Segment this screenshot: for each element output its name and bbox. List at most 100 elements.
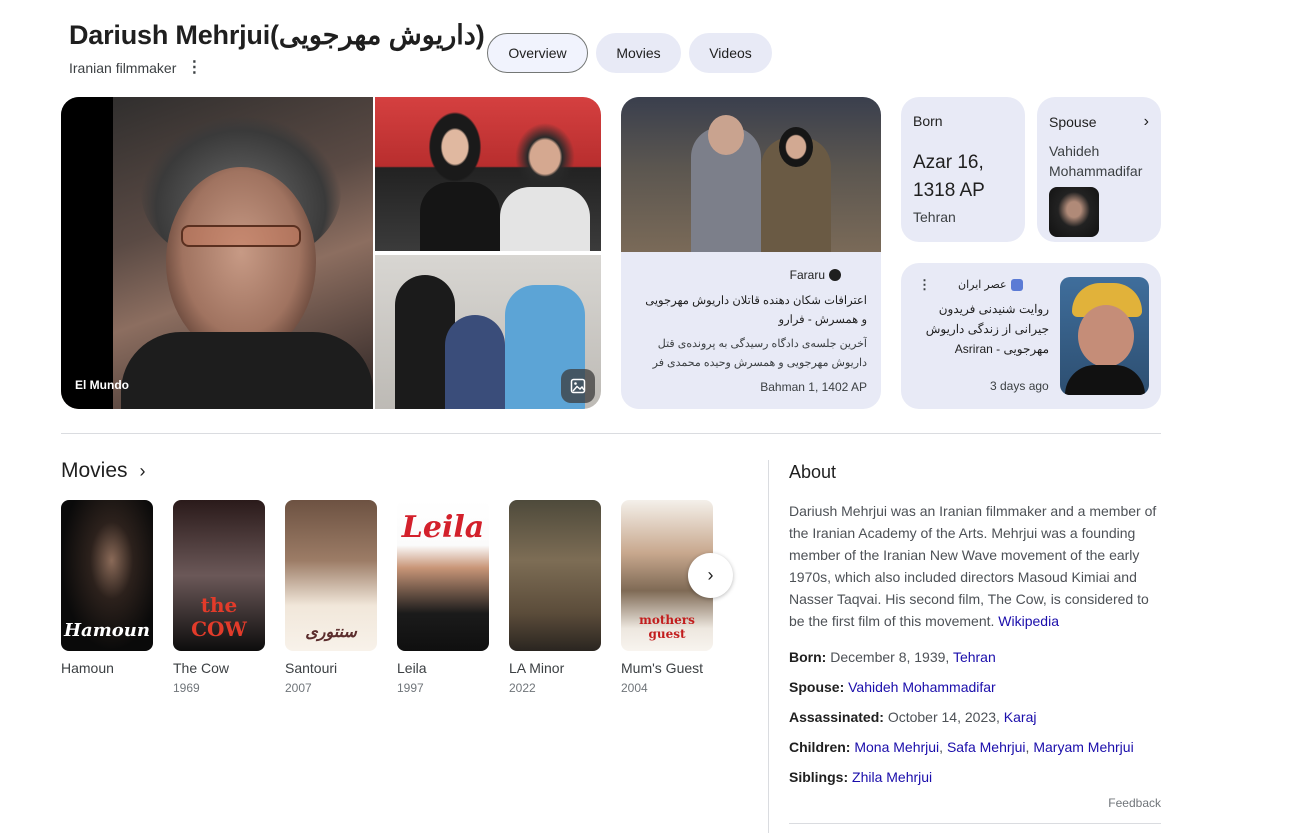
- photo-face: [166, 167, 316, 357]
- tab-videos[interactable]: Videos: [689, 33, 772, 73]
- photo-person: [425, 107, 485, 187]
- source-logo-icon: [1010, 278, 1023, 291]
- movie-card[interactable]: the COW The Cow 1969: [173, 500, 265, 695]
- movie-poster: Leila: [397, 500, 489, 651]
- movie-card[interactable]: Hamoun Hamoun: [61, 500, 153, 681]
- poster-title: the COW: [191, 593, 247, 641]
- fact-value: October 14, 2023,: [887, 709, 1000, 725]
- fact-children: Children: Mona Mehrjui, Safa Mehrjui, Ma…: [789, 739, 1134, 755]
- news-source: Fararu: [790, 268, 841, 282]
- photo-face: [779, 127, 813, 167]
- column-divider: [768, 460, 769, 833]
- photo-source-caption: El Mundo: [75, 378, 129, 392]
- fact-label: Assassinated:: [789, 709, 884, 725]
- born-date: Azar 16, 1318 AP: [913, 152, 985, 201]
- child-link[interactable]: Safa Mehrjui: [947, 739, 1026, 755]
- poster-title: mothers guest: [639, 613, 695, 641]
- photo-face: [1078, 305, 1134, 367]
- section-divider: [61, 433, 1161, 434]
- movie-card[interactable]: LA Minor 2022: [509, 500, 601, 695]
- movie-card[interactable]: سنتوری Santouri 2007: [285, 500, 377, 695]
- spouse-card[interactable]: Spouse › Vahideh Mohammadifar: [1037, 97, 1161, 242]
- fact-siblings: Siblings: Zhila Mehrjui: [789, 769, 932, 785]
- spouse-label: Spouse: [1049, 114, 1097, 130]
- fact-born: Born: December 8, 1939, Tehran: [789, 649, 996, 665]
- photo-top-right[interactable]: [375, 97, 601, 251]
- photo-person-body: [1065, 365, 1145, 395]
- movie-poster: سنتوری: [285, 500, 377, 651]
- movie-poster: the COW: [173, 500, 265, 651]
- fact-label: Born:: [789, 649, 827, 665]
- news-image: [621, 97, 881, 252]
- movie-poster: [509, 500, 601, 651]
- movie-year: 2004: [621, 681, 648, 695]
- movie-poster: Hamoun: [61, 500, 153, 651]
- movie-title: Mum's Guest: [621, 660, 704, 676]
- poster-title: Leila: [401, 510, 485, 545]
- spouse-avatar: [1049, 187, 1099, 237]
- child-link[interactable]: Mona Mehrjui: [854, 739, 939, 755]
- about-heading: About: [789, 462, 837, 482]
- movie-card[interactable]: Leila Leila 1997: [397, 500, 489, 695]
- photo-bottom-right[interactable]: [375, 255, 601, 409]
- carousel-next-button[interactable]: ›: [688, 553, 733, 598]
- news-card[interactable]: Fararu اعترافات شکان دهنده قاتلان داریوش…: [621, 97, 881, 409]
- news-image: [1060, 277, 1149, 395]
- section-divider: [789, 823, 1161, 824]
- assassination-place-link[interactable]: Karaj: [1004, 709, 1037, 725]
- photo-border: [61, 97, 113, 409]
- more-options-icon[interactable]: ⋮: [186, 60, 202, 76]
- news-card[interactable]: ⋮ عصر ایران روایت شنیدنی فریدون جیرانی ا…: [901, 263, 1161, 409]
- news-source-name: Fararu: [789, 268, 825, 282]
- tab-overview[interactable]: Overview: [487, 33, 588, 73]
- about-description: Dariush Mehrjui was an Iranian filmmaker…: [789, 500, 1161, 632]
- feedback-link[interactable]: Feedback: [1108, 796, 1161, 810]
- wikipedia-link[interactable]: Wikipedia: [998, 613, 1059, 629]
- movie-title: Hamoun: [61, 660, 114, 676]
- poster-title: Hamoun: [64, 620, 150, 641]
- spouse-name: Vahideh Mohammadifar: [1049, 143, 1143, 179]
- news-headline: اعترافات شکان دهنده قاتلان داریوش مهرجوی…: [645, 295, 867, 326]
- separator: ,: [1025, 739, 1030, 755]
- spouse-link[interactable]: Vahideh Mohammadifar: [848, 679, 996, 695]
- movie-year: 2007: [285, 681, 312, 695]
- born-card: Born Azar 16, 1318 AP Tehran: [901, 97, 1025, 242]
- photo-person: [510, 117, 580, 197]
- news-source-name: عصر ایران: [958, 279, 1007, 291]
- fact-spouse: Spouse: Vahideh Mohammadifar: [789, 679, 996, 695]
- news-date: 3 days ago: [990, 379, 1049, 393]
- fact-label: Spouse:: [789, 679, 845, 695]
- movie-year: 2022: [509, 681, 536, 695]
- image-collage: El Mundo: [61, 97, 601, 409]
- main-photo[interactable]: El Mundo: [61, 97, 373, 409]
- image-gallery-icon[interactable]: [561, 369, 595, 403]
- about-body: Dariush Mehrjui was an Iranian filmmaker…: [789, 503, 1157, 629]
- photo-face: [708, 115, 744, 155]
- born-place-link[interactable]: Tehran: [953, 649, 996, 665]
- sibling-link[interactable]: Zhila Mehrjui: [852, 769, 932, 785]
- movie-year: 1969: [173, 681, 200, 695]
- movies-heading[interactable]: Movies ›: [61, 459, 146, 483]
- photo-glasses: [181, 225, 301, 247]
- fact-label: Siblings:: [789, 769, 849, 785]
- born-label: Born: [913, 113, 943, 129]
- photo-person-body: [420, 182, 500, 251]
- movie-title: Leila: [397, 660, 427, 676]
- movie-title: The Cow: [173, 660, 230, 676]
- photo-coat: [121, 332, 373, 409]
- born-place: Tehran: [913, 209, 956, 225]
- chevron-right-icon: ›: [139, 460, 146, 481]
- movie-card[interactable]: mothers guest Mum's Guest 2004: [621, 500, 713, 695]
- movies-heading-label: Movies: [61, 459, 128, 482]
- chevron-right-icon: ›: [1143, 113, 1149, 130]
- separator: ,: [939, 739, 944, 755]
- tab-movies[interactable]: Movies: [596, 33, 681, 73]
- fact-value: December 8, 1939,: [830, 649, 950, 665]
- more-options-icon[interactable]: ⋮: [918, 277, 931, 293]
- child-link[interactable]: Maryam Mehrjui: [1033, 739, 1133, 755]
- subtitle-row: Iranian filmmaker ⋮: [69, 60, 202, 77]
- movie-title: Santouri: [285, 660, 338, 676]
- news-source: عصر ایران: [958, 278, 1023, 291]
- fact-label: Children:: [789, 739, 851, 755]
- movie-title: LA Minor: [509, 660, 565, 676]
